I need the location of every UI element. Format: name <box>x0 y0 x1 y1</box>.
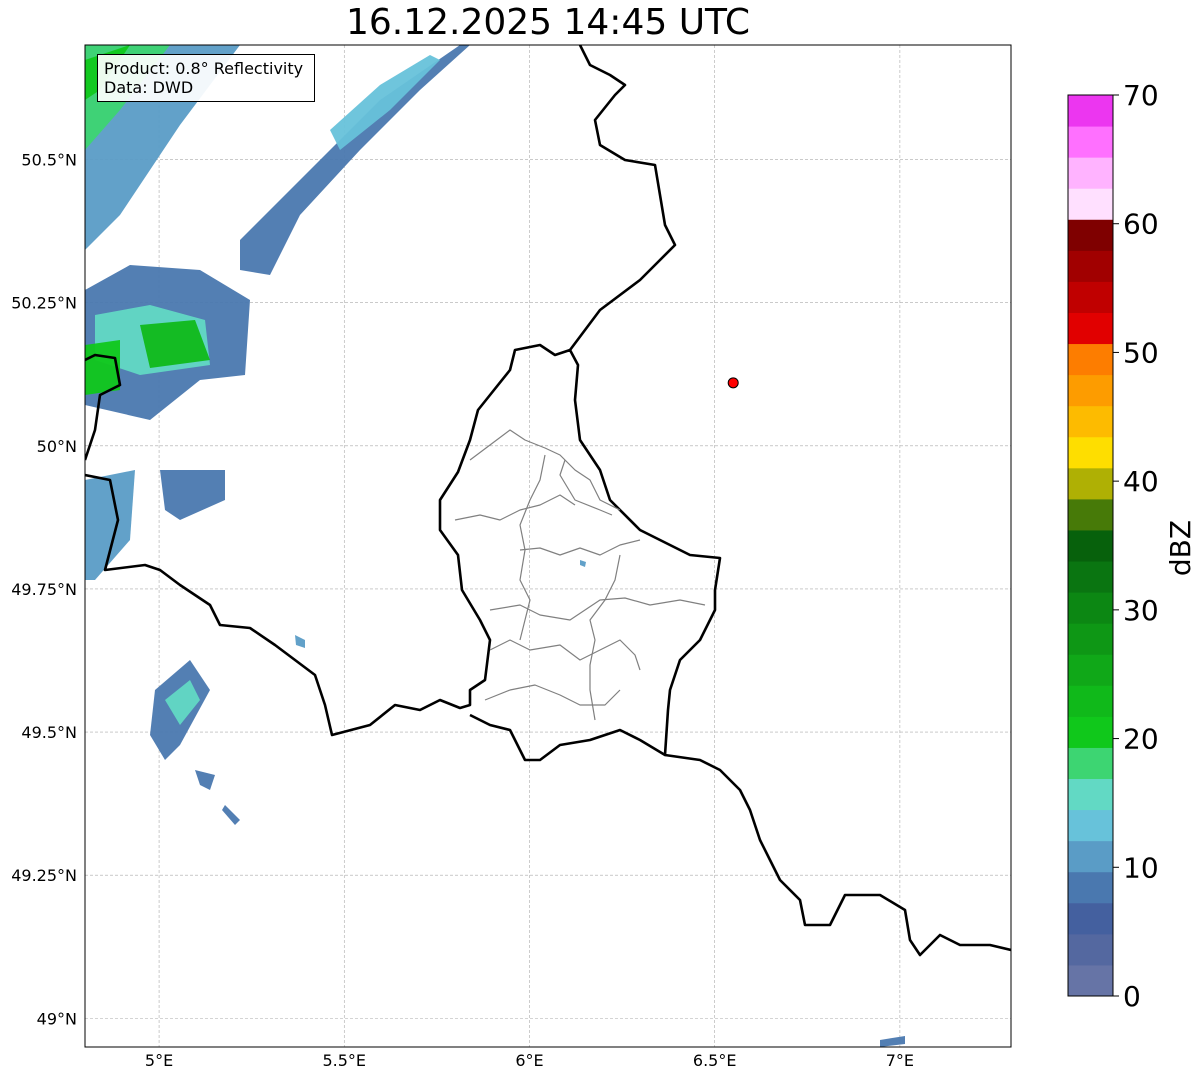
colorbar-tick-label: 70 <box>1123 79 1159 112</box>
colorbar-tick-label: 50 <box>1123 336 1159 369</box>
colorbar-bin <box>1068 561 1113 593</box>
colorbar-bin <box>1068 467 1113 500</box>
colorbar-bin <box>1068 716 1113 748</box>
colorbar-bin <box>1068 592 1113 624</box>
x-tick-label: 6.5°E <box>693 1051 737 1070</box>
y-tick-label: 50.5°N <box>21 151 77 170</box>
y-tick-label: 50°N <box>37 437 77 456</box>
y-tick-label: 49.25°N <box>11 866 77 885</box>
colorbar-bin <box>1068 529 1113 562</box>
x-tick-label: 7°E <box>886 1051 914 1070</box>
colorbar-bin <box>1068 436 1113 469</box>
colorbar-bin <box>1068 405 1113 438</box>
data-source-label: Data: DWD <box>104 78 194 97</box>
colorbar-bin <box>1068 933 1113 966</box>
colorbar-bin <box>1068 374 1113 407</box>
colorbar-tick-label: 30 <box>1123 594 1159 627</box>
x-tick-label: 6°E <box>515 1051 543 1070</box>
y-tick-label: 49.75°N <box>11 580 77 599</box>
colorbar-tick-label: 10 <box>1123 851 1159 884</box>
colorbar-bin <box>1068 250 1113 282</box>
colorbar-tick-label: 0 <box>1123 980 1141 1013</box>
colorbar-bin <box>1068 188 1113 220</box>
radar-map-figure: 5°E 5.5°E 6°E 6.5°E 7°E 50.5°N 50.25°N 50°N 49.… <box>11 44 1197 1070</box>
colorbar-bin <box>1068 778 1113 811</box>
colorbar-bin <box>1068 343 1113 376</box>
colorbar-bin <box>1068 157 1113 189</box>
colorbar: 0 10 20 30 40 50 60 70 <box>1067 79 1159 1013</box>
colorbar-bin <box>1068 809 1113 842</box>
colorbar-bin <box>1068 126 1113 158</box>
colorbar-bin <box>1068 281 1113 313</box>
colorbar-bin <box>1068 498 1113 531</box>
colorbar-bin <box>1068 95 1113 127</box>
marker-layer <box>727 377 739 389</box>
colorbar-tick-label: 60 <box>1123 208 1159 241</box>
y-axis-ticks: 50.5°N 50.25°N 50°N 49.75°N 49.5°N 49.25°N 49°… <box>11 151 77 1029</box>
map-background <box>85 45 1011 1047</box>
colorbar-bin <box>1068 219 1113 251</box>
location-marker <box>727 377 739 389</box>
product-info-box: Product: 0.8° Reflectivity Data: DWD <box>97 54 315 102</box>
colorbar-bin <box>1068 747 1113 780</box>
colorbar-tick-label: 40 <box>1123 465 1159 498</box>
colorbar-bin <box>1068 871 1113 904</box>
y-tick-label: 49.5°N <box>21 723 77 742</box>
product-label: Product: 0.8° Reflectivity <box>104 59 304 78</box>
x-tick-label: 5°E <box>145 1051 173 1070</box>
colorbar-bin <box>1068 654 1113 686</box>
colorbar-bin <box>1068 685 1113 717</box>
y-tick-label: 50.25°N <box>11 294 77 313</box>
colorbar-bin <box>1068 840 1113 873</box>
colorbar-bin <box>1068 902 1113 935</box>
x-tick-label: 5.5°E <box>322 1051 366 1070</box>
colorbar-bin <box>1068 623 1113 655</box>
y-tick-label: 49°N <box>37 1009 77 1028</box>
colorbar-bin <box>1068 964 1113 997</box>
x-axis-ticks: 5°E 5.5°E 6°E 6.5°E 7°E <box>145 1051 914 1070</box>
colorbar-label: dBZ <box>1164 520 1197 576</box>
colorbar-tick-label: 20 <box>1123 723 1159 756</box>
colorbar-bin <box>1068 312 1113 345</box>
